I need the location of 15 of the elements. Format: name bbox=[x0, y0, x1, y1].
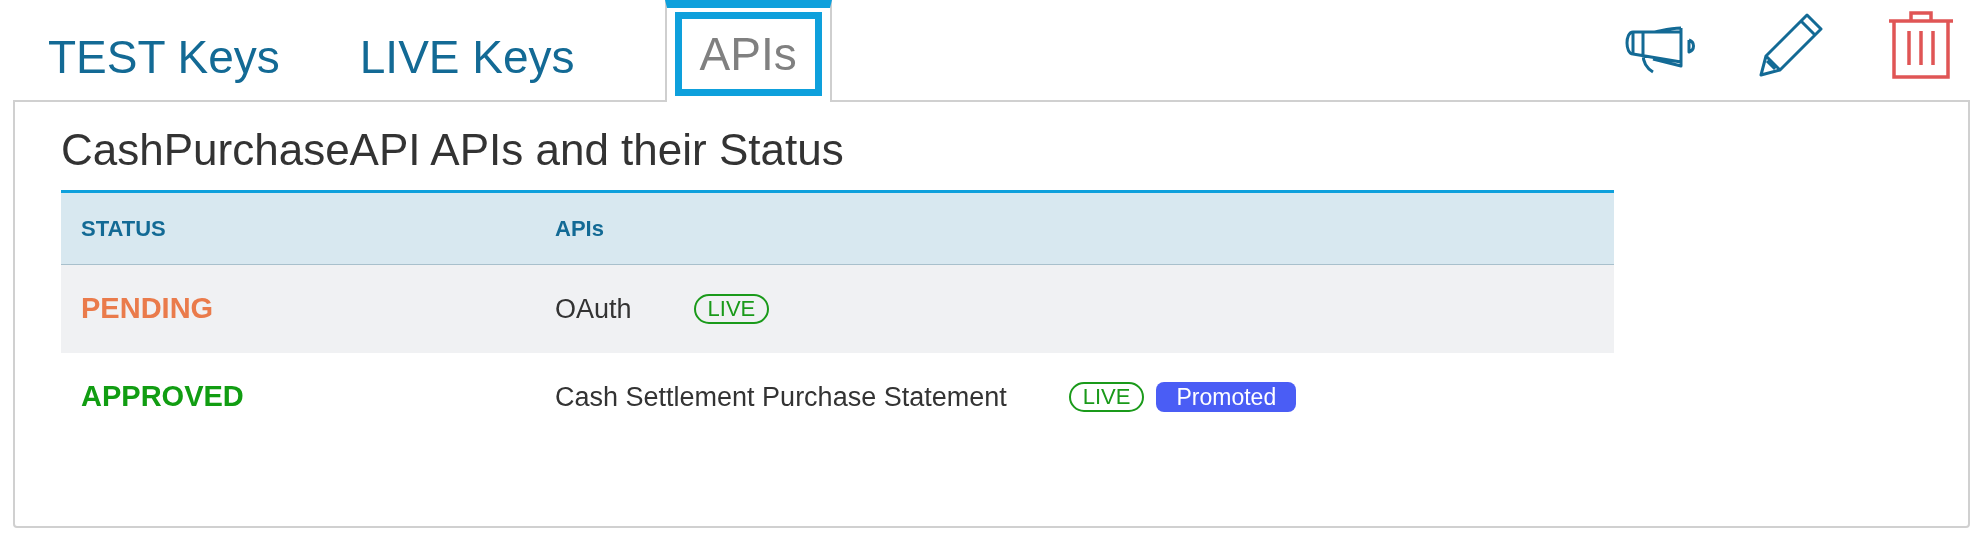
promoted-badge: Promoted bbox=[1156, 382, 1297, 412]
status-text: PENDING bbox=[81, 291, 215, 327]
pencil-icon[interactable] bbox=[1757, 11, 1825, 79]
live-badge: LIVE bbox=[693, 294, 770, 324]
trash-icon[interactable] bbox=[1887, 10, 1955, 80]
panel-title: CashPurchaseAPI APIs and their Status bbox=[61, 124, 845, 176]
tab[interactable]: LIVE Keys bbox=[359, 0, 575, 100]
tab[interactable]: TEST Keys bbox=[48, 0, 280, 100]
tab[interactable]: APIs bbox=[664, 0, 832, 102]
api-name: OAuth bbox=[555, 292, 632, 326]
column-header: STATUS bbox=[81, 215, 167, 243]
status-text: APPROVED bbox=[81, 379, 245, 415]
api-name: Cash Settlement Purchase Statement bbox=[555, 380, 1007, 414]
live-badge: LIVE bbox=[1068, 382, 1145, 412]
column-header: APIs bbox=[555, 215, 605, 243]
